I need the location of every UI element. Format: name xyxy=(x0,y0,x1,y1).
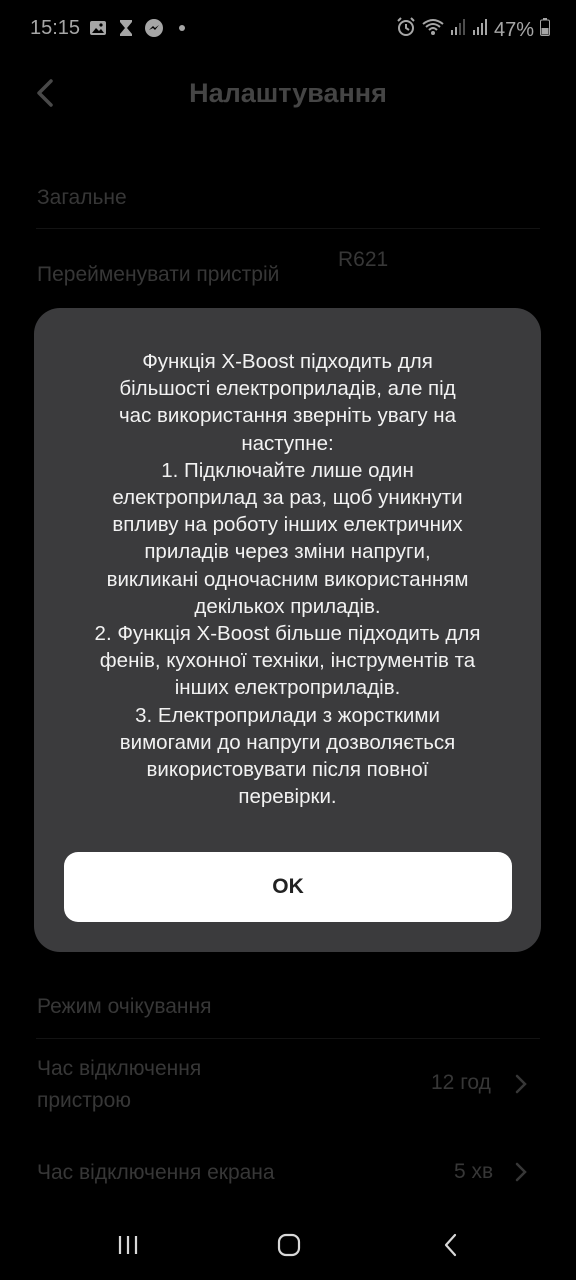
chevron-right-icon xyxy=(515,1074,527,1094)
app-header: Налаштування xyxy=(0,60,576,130)
recent-apps-button[interactable] xyxy=(113,1230,143,1260)
dot-icon xyxy=(172,18,192,38)
nav-back-button[interactable] xyxy=(436,1230,466,1260)
status-time: 15:15 xyxy=(30,17,81,39)
dialog-message-line: електроприлад за раз, щоб уникнути xyxy=(112,486,463,510)
signal-icon xyxy=(472,18,488,42)
divider xyxy=(36,1038,540,1039)
status-bar: 15:15 47% xyxy=(0,0,576,60)
dialog-message-line: наступне: xyxy=(241,431,334,455)
dialog-message-line: перевірки. xyxy=(238,785,337,809)
screen-off-value: 5 хв xyxy=(454,1160,494,1183)
wifi-icon xyxy=(422,18,444,42)
gallery-icon xyxy=(88,18,108,38)
battery-icon xyxy=(540,18,550,42)
dialog-message-line: 2. Функція X-Boost більше підходить для xyxy=(94,622,481,646)
battery-percent: 47% xyxy=(493,18,534,41)
dialog-message-line: викликані одночасним використанням xyxy=(106,567,469,591)
divider xyxy=(36,228,540,229)
dialog-message-line: 3. Електроприлади з жорсткими xyxy=(135,703,440,727)
alarm-icon xyxy=(396,17,416,43)
section-general: Загальне xyxy=(37,186,127,209)
system-nav-bar xyxy=(0,1205,576,1280)
recent-apps-icon xyxy=(118,1236,138,1254)
device-off-value: 12 год xyxy=(431,1071,491,1094)
notification-icons xyxy=(88,18,192,38)
dialog-message-line: 1. Підключайте лише один xyxy=(161,458,414,482)
dialog-message-line: Функція X-Boost підходить для xyxy=(142,350,433,373)
device-off-label-line2: пристрою xyxy=(37,1089,132,1112)
dialog-message-line: більшості електроприладів, але під xyxy=(119,377,456,401)
chevron-right-icon xyxy=(515,1162,527,1182)
dialog-message: Функція X-Boost підходить для більшості … xyxy=(60,348,515,810)
back-arrow-icon xyxy=(444,1233,457,1257)
system-status: 47% xyxy=(396,17,550,43)
dialog-message-line: приладів через зміни напруги, xyxy=(144,540,431,564)
hourglass-icon xyxy=(116,18,136,38)
home-button[interactable] xyxy=(274,1230,304,1260)
section-standby: Режим очікування xyxy=(37,995,212,1018)
dialog-message-line: впливу на роботу інших електричних xyxy=(112,513,463,537)
dialog-message-line: вимогами до напруги дозволяється xyxy=(119,730,456,754)
rename-device-value: R621 xyxy=(338,248,389,271)
dialog-message-line: час використання зверніть увагу на xyxy=(118,404,457,428)
signal-icon xyxy=(450,18,466,42)
device-off-label-line1: Час відключення xyxy=(37,1057,202,1080)
dialog-message-line: декількох приладів. xyxy=(194,594,381,618)
dialog-message-line: використовувати після повної xyxy=(146,758,429,782)
messenger-icon xyxy=(144,18,164,38)
dialog-message-line: фенів, кухонної техніки, інструментів та xyxy=(99,649,476,673)
screen-off-label: Час відключення екрана xyxy=(37,1161,275,1184)
dialog-message-line: інших електроприладів. xyxy=(174,676,401,700)
ok-button[interactable]: OK xyxy=(64,852,512,922)
rename-device-label: Перейменувати пристрій xyxy=(37,263,280,286)
page-title: Налаштування xyxy=(189,78,387,108)
xboost-info-dialog: Функція X-Boost підходить для більшості … xyxy=(34,308,541,952)
home-icon xyxy=(277,1233,301,1257)
